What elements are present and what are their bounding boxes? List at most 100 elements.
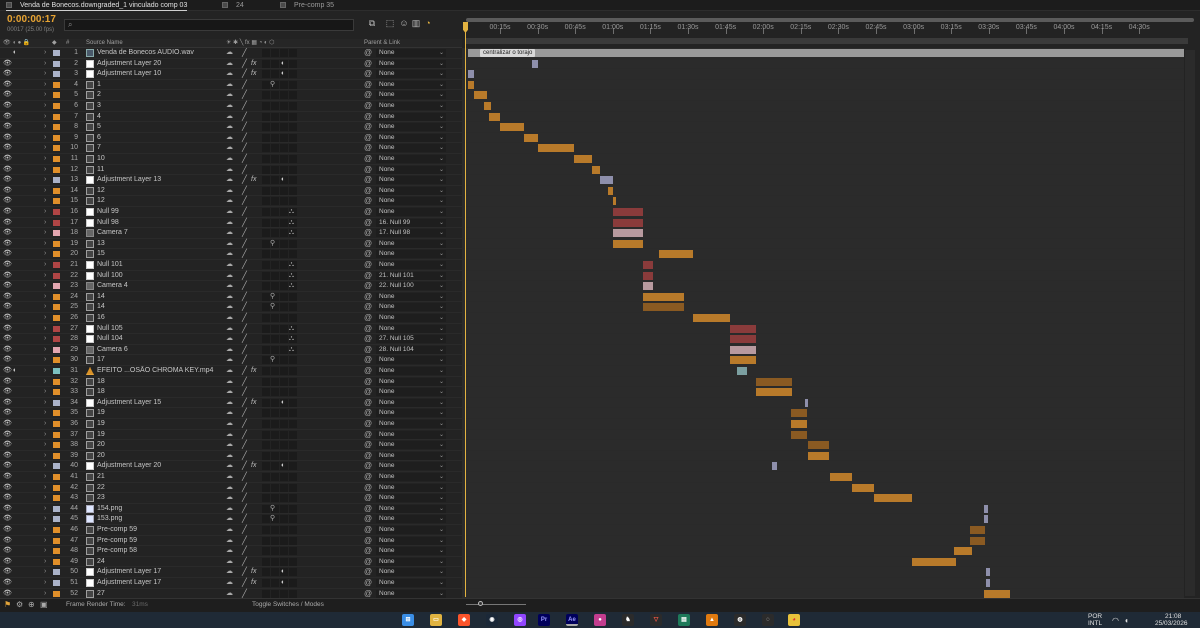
twirl-chevron-icon[interactable]: › [44,398,46,408]
visibility-eye-icon[interactable]: 👁 [3,219,12,227]
3d-layer-icon[interactable]: ⛬ [289,207,297,217]
layer-name[interactable]: 14 [97,292,222,302]
parent-pickwhip-icon[interactable]: @ [364,112,373,122]
quality-switch-icon[interactable]: ╱ [242,398,250,408]
layer-duration-bar[interactable] [791,430,807,439]
quality-switch-icon[interactable]: ╱ [242,302,250,312]
timeline-track[interactable] [462,132,1184,144]
visibility-eye-icon[interactable]: 👁 [3,144,12,152]
twirl-chevron-icon[interactable]: › [44,567,46,577]
layer-duration-bar[interactable] [772,462,777,471]
layer-name[interactable]: Pre-comp 59 [97,536,222,546]
visibility-eye-icon[interactable]: 👁 [3,346,12,354]
shy-switch-icon[interactable]: ☁ [226,409,234,417]
shy-switch-icon[interactable]: ☁ [226,547,234,555]
label-color-swatch[interactable] [53,145,60,152]
layer-name[interactable]: 18 [97,387,222,397]
tab-24[interactable]: 24 [222,1,244,11]
layer-duration-bar[interactable] [730,335,756,344]
parent-link-dropdown[interactable]: None ⌄ [376,494,446,503]
tab-pre-comp-35[interactable]: Pre-comp 35 [280,1,334,11]
visibility-eye-icon[interactable]: 👁 [3,515,12,523]
layer-row[interactable]: 👁 › 12 11 ☁ ╱ @ None ⌄ [0,164,462,176]
zoom-slider-knob[interactable] [478,601,483,606]
timeline-track[interactable] [462,154,1184,165]
shy-switch-icon[interactable]: ☁ [226,325,234,333]
vertical-scrollbar[interactable] [1185,50,1195,596]
quality-switch-icon[interactable]: ╱ [242,504,250,514]
layer-name[interactable]: Adjustment Layer 17 [97,578,222,588]
layer-row[interactable]: 👁 › 43 23 ☁ ╱ @ None ⌄ [0,493,462,504]
layer-name[interactable]: Adjustment Layer 20 [97,461,222,471]
layer-row[interactable]: 👁 › 35 19 ☁ ╱ @ None ⌄ [0,408,462,419]
visibility-eye-icon[interactable]: 👁 [3,335,12,343]
layer-duration-bar[interactable] [986,568,990,577]
quality-switch-icon[interactable]: ╱ [242,271,250,281]
layer-name[interactable]: 153.png [97,514,222,524]
label-color-swatch[interactable] [53,177,60,184]
parent-pickwhip-icon[interactable]: @ [364,59,373,69]
layer-switch-icon[interactable]: ⚲ [270,355,278,365]
quality-switch-icon[interactable]: ╱ [242,366,250,376]
layer-row[interactable]: 👁 › 8 5 ☁ ╱ @ None ⌄ [0,122,462,133]
layer-row[interactable]: 👁 › 47 Pre-comp 59 ☁ ╱ @ None ⌄ [0,535,462,547]
parent-link-dropdown[interactable]: None ⌄ [376,112,446,121]
layer-duration-bar[interactable] [524,133,538,142]
timeline-track[interactable] [462,217,1184,229]
quality-switch-icon[interactable]: ╱ [242,175,250,185]
label-color-swatch[interactable] [53,431,60,438]
label-color-swatch[interactable] [53,262,60,268]
layer-name[interactable]: 10 [97,154,222,164]
twirl-chevron-icon[interactable]: › [44,281,46,291]
parent-link-dropdown[interactable]: None ⌄ [376,515,446,524]
layer-duration-bar[interactable] [643,261,653,269]
parent-pickwhip-icon[interactable]: @ [364,440,373,450]
parent-link-dropdown[interactable]: None ⌄ [376,102,446,110]
layer-row[interactable]: 👁 › 6 3 ☁ ╱ @ None ⌄ [0,101,462,112]
label-color-swatch[interactable] [53,187,60,194]
brave-browser-icon[interactable]: ◆ [458,614,470,626]
layer-duration-bar[interactable] [808,451,829,460]
layer-name[interactable]: 154.png [97,504,222,514]
layer-name[interactable]: 15 [97,249,222,259]
visibility-eye-icon[interactable]: 👁 [3,420,12,428]
parent-pickwhip-icon[interactable]: @ [364,578,373,588]
visibility-eye-icon[interactable]: 👁 [3,187,12,195]
layer-name[interactable]: Adjustment Layer 10 [97,69,222,79]
quality-switch-icon[interactable]: ╱ [242,557,250,567]
twirl-chevron-icon[interactable]: › [44,557,46,567]
visibility-eye-icon[interactable]: 👁 [3,473,12,481]
twirl-chevron-icon[interactable]: › [44,589,46,598]
shy-switch-icon[interactable]: ☁ [226,187,234,195]
discord-icon[interactable]: ◎ [514,614,526,626]
quality-switch-icon[interactable]: ╱ [242,101,250,111]
quality-switch-icon[interactable]: ╱ [242,377,250,387]
parent-link-dropdown[interactable]: None ⌄ [376,398,446,407]
quality-switch-icon[interactable]: ╱ [242,589,250,598]
timeline-track[interactable] [462,101,1184,112]
quality-switch-icon[interactable]: ╱ [242,207,250,217]
parent-pickwhip-icon[interactable]: @ [364,271,373,281]
effect-switch-icon[interactable]: fx [251,398,261,408]
layer-name[interactable]: 19 [97,419,222,429]
shy-switch-icon[interactable]: ☁ [226,367,234,375]
shy-switch-icon[interactable]: ☁ [226,166,234,174]
parent-pickwhip-icon[interactable]: @ [364,302,373,312]
layer-name[interactable]: Camera 7 [97,228,222,238]
label-color-swatch[interactable] [53,421,60,427]
label-color-swatch[interactable] [53,558,60,565]
visibility-eye-icon[interactable]: 👁 [3,484,12,492]
twirl-chevron-icon[interactable]: › [44,430,46,440]
quality-switch-icon[interactable]: ╱ [242,281,250,291]
quality-switch-icon[interactable]: ╱ [242,249,250,259]
parent-pickwhip-icon[interactable]: @ [364,260,373,270]
quality-switch-icon[interactable]: ╱ [242,493,250,503]
layer-row[interactable]: 👁 › 48 Pre-comp 58 ☁ ╱ @ None ⌄ [0,546,462,557]
layer-name[interactable]: 20 [97,440,222,450]
label-color-swatch[interactable] [53,113,60,120]
layer-row[interactable]: 👁 › 10 7 ☁ ╱ @ None ⌄ [0,143,462,154]
timeline-track[interactable] [462,344,1184,356]
layer-name[interactable]: 12 [97,186,222,196]
twirl-chevron-icon[interactable]: › [44,101,46,111]
layer-search-input[interactable]: ⌕ [64,19,354,31]
